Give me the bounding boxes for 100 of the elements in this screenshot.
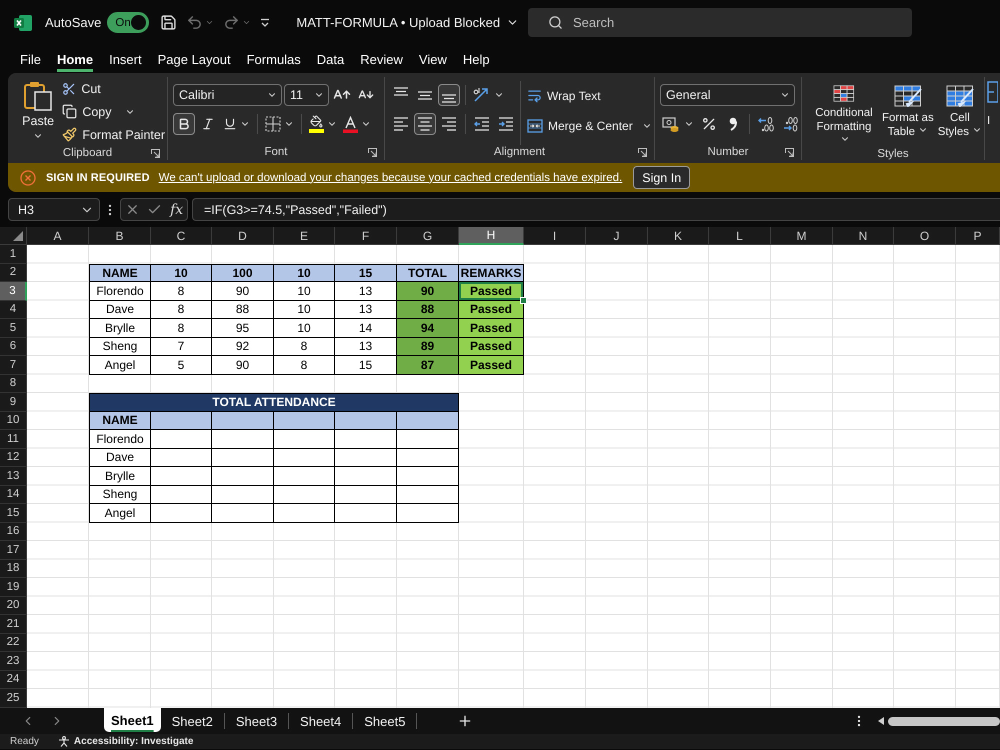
sign-in-button[interactable]: Sign In	[633, 166, 690, 189]
column-header[interactable]: O	[894, 227, 956, 245]
font-size-dropdown[interactable]: 11	[284, 84, 329, 106]
conditional-style-button[interactable]: Conditional Formatting	[808, 81, 880, 148]
font-name-dropdown[interactable]: Calibri	[173, 84, 282, 106]
bold-icon	[177, 117, 191, 131]
row-header[interactable]: 14	[0, 486, 27, 504]
customize-toolbar-button[interactable]	[260, 18, 270, 28]
sheet-tab[interactable]: Sheet2	[160, 708, 224, 734]
dialog-launcher-icon[interactable]	[638, 148, 647, 157]
row-header[interactable]: 6	[0, 338, 27, 356]
menu-tab[interactable]: Page Layout	[158, 45, 231, 72]
document-title-button[interactable]: MATT-FORMULA • Upload Blocked	[296, 15, 520, 30]
sheet-tab[interactable]: Sheet3	[224, 708, 288, 734]
menu-tab[interactable]: Help	[462, 45, 490, 72]
row-header[interactable]: 1	[0, 245, 27, 264]
menu-tab[interactable]: View	[418, 45, 447, 72]
bold-button[interactable]	[173, 113, 195, 135]
left-align-icon	[393, 117, 409, 131]
notification-link[interactable]: We can't upload or download your changes because your cached credentials have expired.	[158, 172, 622, 184]
column-header[interactable]: D	[212, 227, 274, 245]
accessibility-button[interactable]: Accessibility: Investigate	[58, 736, 194, 747]
column-header[interactable]: J	[586, 227, 648, 245]
row-header[interactable]: 3	[0, 282, 27, 300]
horizontal-scrollbar[interactable]	[888, 716, 1000, 726]
cell-style-button[interactable]: Cell Styles	[936, 81, 984, 148]
column-header[interactable]: K	[648, 227, 709, 245]
row-header[interactable]: 16	[0, 522, 27, 541]
column-header[interactable]: B	[89, 227, 151, 245]
toggle-thumb	[131, 15, 146, 30]
row-header[interactable]: 23	[0, 652, 27, 670]
insert-function-button[interactable]: fx	[170, 202, 184, 218]
column-header[interactable]: N	[833, 227, 894, 245]
cut-button[interactable]: Cut	[60, 77, 167, 100]
save-button[interactable]	[160, 14, 178, 31]
sheet-tab[interactable]: Sheet1	[104, 708, 161, 732]
row-header[interactable]: 13	[0, 467, 27, 486]
row-header[interactable]: 17	[0, 541, 27, 560]
row-header[interactable]: 9	[0, 393, 27, 412]
score-cell: 13	[335, 282, 397, 300]
redo-button[interactable]	[223, 14, 252, 31]
dialog-launcher-icon[interactable]	[785, 148, 794, 157]
percent-icon	[701, 116, 717, 132]
column-heading-cell: 10	[274, 264, 335, 282]
group-label: Clipboard	[62, 147, 112, 159]
menu-tab[interactable]: Review	[360, 45, 403, 72]
cut-off-button[interactable]: I	[985, 73, 998, 163]
column-header[interactable]: G	[397, 227, 459, 245]
undo-button[interactable]	[186, 14, 214, 31]
remarks-cell: Passed	[459, 319, 524, 338]
column-header[interactable]: A	[27, 227, 89, 245]
dialog-launcher-icon[interactable]	[151, 148, 160, 158]
row-header[interactable]: 18	[0, 560, 27, 578]
autosave-toggle[interactable]: On	[107, 12, 150, 33]
menu-tab[interactable]: Data	[316, 45, 344, 72]
row-header[interactable]: 2	[0, 264, 27, 282]
table-style-button[interactable]: Format as Table	[880, 81, 936, 148]
scroll-left-icon[interactable]	[878, 717, 884, 725]
copy-button[interactable]: Copy	[60, 100, 167, 123]
menu-tab[interactable]: Formulas	[246, 45, 301, 72]
row-header[interactable]: 15	[0, 504, 27, 522]
row-header[interactable]: 12	[0, 448, 27, 467]
search-field[interactable]: Search	[528, 8, 912, 37]
row-header[interactable]: 22	[0, 634, 27, 652]
column-header[interactable]: C	[151, 227, 212, 245]
row-header[interactable]: 25	[0, 689, 27, 708]
row-header[interactable]: 19	[0, 578, 27, 596]
bottom-align-button[interactable]	[438, 84, 460, 106]
center-align-button[interactable]	[414, 113, 436, 135]
column-header[interactable]: I	[524, 227, 586, 245]
dialog-launcher-icon[interactable]	[368, 148, 377, 157]
column-header[interactable]: P	[956, 227, 1000, 245]
row-header[interactable]: 21	[0, 615, 27, 634]
row-header[interactable]: 7	[0, 356, 27, 374]
sheet-tab[interactable]: Sheet5	[353, 708, 416, 734]
score-cell: 90	[212, 356, 274, 374]
number-format-dropdown[interactable]: General	[660, 84, 795, 106]
column-header[interactable]: E	[274, 227, 335, 245]
row-header[interactable]: 20	[0, 596, 27, 615]
paste-button[interactable]: Paste	[20, 81, 56, 146]
column-header[interactable]: H	[459, 227, 524, 245]
column-header[interactable]: F	[335, 227, 397, 245]
column-header[interactable]: L	[709, 227, 771, 245]
select-all-button[interactable]	[0, 227, 27, 245]
row-header[interactable]: 10	[0, 412, 27, 430]
format-painter-button[interactable]: Format Painter	[60, 123, 167, 146]
row-header[interactable]: 11	[0, 430, 27, 448]
row-header[interactable]: 4	[0, 300, 27, 319]
sheet-tab[interactable]: Sheet4	[289, 708, 352, 734]
menu-tab[interactable]: File	[20, 45, 41, 72]
row-header[interactable]: 8	[0, 374, 27, 393]
formula-field[interactable]: =IF(G3>=74.5,"Passed","Failed")	[192, 198, 1000, 221]
row-header[interactable]: 24	[0, 670, 27, 689]
wrap-text-button[interactable]: Wrap Text	[525, 84, 654, 107]
column-header[interactable]: M	[771, 227, 833, 245]
merge-center-button[interactable]: Merge & Center	[525, 114, 654, 137]
fill-handle[interactable]	[520, 296, 527, 304]
row-header[interactable]: 5	[0, 319, 27, 338]
menu-tab[interactable]: Insert	[109, 45, 142, 72]
name-box[interactable]: H3	[8, 198, 100, 221]
